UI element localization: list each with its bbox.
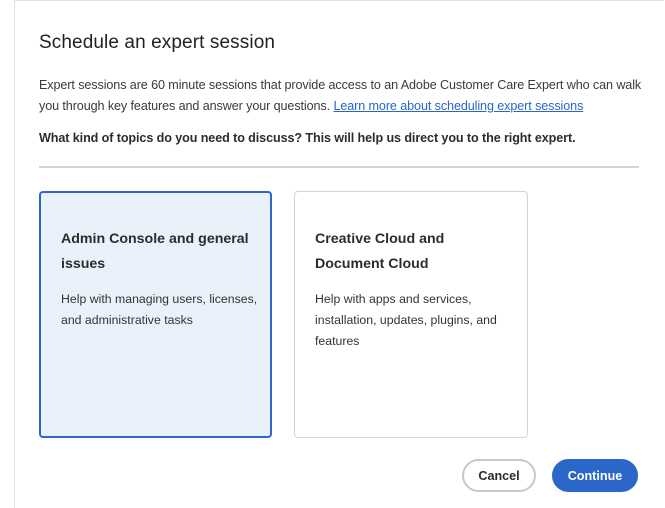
option-card-title: Admin Console and general issues — [61, 231, 249, 272]
option-card-creative-cloud[interactable]: Creative Cloud and Document Cloud Help w… — [294, 191, 528, 438]
continue-button[interactable]: Continue — [552, 459, 638, 492]
option-card-title: Creative Cloud and Document Cloud — [315, 231, 445, 272]
cancel-button[interactable]: Cancel — [462, 459, 536, 492]
divider — [39, 166, 639, 168]
topic-question: What kind of topics do you need to discu… — [39, 131, 576, 145]
dialog-description: Expert sessions are 60 minute sessions t… — [39, 75, 647, 117]
option-card-description: Help with apps and services, installatio… — [315, 292, 497, 348]
schedule-session-dialog: Schedule an expert session Expert sessio… — [14, 0, 664, 508]
learn-more-link[interactable]: Learn more about scheduling expert sessi… — [333, 99, 583, 113]
dialog-title: Schedule an expert session — [39, 32, 276, 53]
option-card-admin-console[interactable]: Admin Console and general issues Help wi… — [39, 191, 272, 438]
option-card-description: Help with managing users, licenses, and … — [61, 292, 258, 327]
